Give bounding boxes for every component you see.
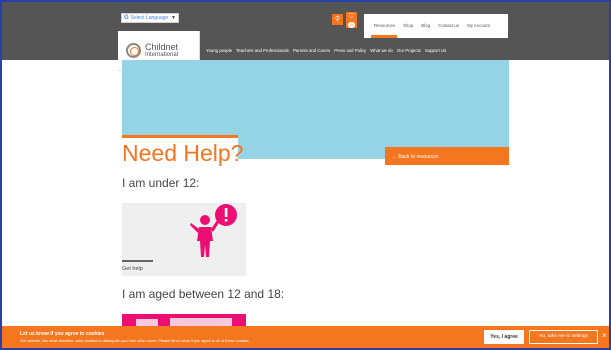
search-button[interactable]: ⚲ — [332, 14, 343, 25]
basket-icon: ⛉ — [349, 14, 354, 20]
section-heading-12-18: I am aged between 12 and 18: — [122, 287, 285, 301]
close-icon[interactable]: × — [602, 331, 607, 341]
get-help-card[interactable]: Get help — [122, 203, 246, 276]
nav-support-us[interactable]: Support Us — [425, 48, 447, 56]
util-nav-shop[interactable]: Shop — [403, 23, 413, 28]
person-alert-icon — [190, 204, 237, 257]
card-divider — [122, 260, 153, 262]
util-nav-resources[interactable]: Resources — [374, 23, 395, 28]
cookie-text: Our website, like most websites, uses co… — [20, 339, 250, 343]
logo-mark-icon — [126, 43, 141, 58]
nav-parents[interactable]: Parents and Carers — [293, 48, 330, 56]
cookie-title: Let us know if you agree to cookies — [20, 331, 105, 337]
logo-name: Childnet — [145, 42, 179, 52]
language-select[interactable]: G Select Language ▼ — [121, 13, 179, 23]
cookie-settings-button[interactable]: No, take me to settings — [529, 330, 598, 344]
chevron-down-icon: ▼ — [171, 14, 176, 21]
page-title: Need Help? — [122, 140, 244, 166]
nav-teachers[interactable]: Teachers and Professionals — [236, 48, 289, 56]
section-heading-under-12: I am under 12: — [122, 176, 200, 190]
utility-nav: Resources Shop Blog Contact us My Accoun… — [364, 14, 508, 38]
back-to-resources-button[interactable]: ← Back to resources — [385, 147, 509, 165]
language-select-label: Select Language — [130, 14, 169, 21]
basket-button[interactable]: ⛉ 0 — [346, 12, 357, 28]
google-g-icon: G — [124, 14, 129, 21]
nav-young-people[interactable]: Young people — [206, 48, 232, 56]
util-nav-blog[interactable]: Blog — [421, 23, 430, 28]
nav-what-we-do[interactable]: What we do — [370, 48, 393, 56]
nav-our-projects[interactable]: Our Projects — [397, 48, 421, 56]
active-nav-indicator — [371, 35, 397, 38]
logo-subtitle: International — [145, 52, 179, 58]
util-nav-my-account[interactable]: My Account — [467, 23, 490, 28]
basket-count: 0 — [348, 22, 355, 28]
get-help-label: Get help — [122, 266, 143, 272]
search-icon: ⚲ — [334, 16, 341, 23]
main-nav: Young people Teachers and Professionals … — [206, 48, 446, 56]
util-nav-contact[interactable]: Contact us — [438, 23, 459, 28]
accept-cookies-button[interactable]: Yes, I agree — [484, 330, 524, 344]
cookie-banner: Let us know if you agree to cookies Our … — [2, 326, 609, 348]
nav-press[interactable]: Press and Policy — [334, 48, 366, 56]
